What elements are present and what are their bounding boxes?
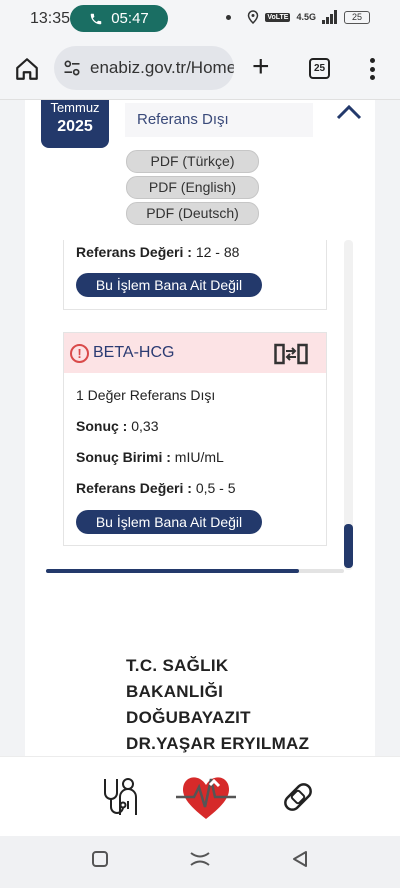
bandage-icon[interactable]: [280, 779, 316, 815]
test-name: BETA-HCG: [93, 344, 175, 361]
horizontal-scrollbar[interactable]: [46, 569, 344, 573]
date-year: 2025: [57, 118, 93, 135]
call-duration: 05:47: [111, 10, 149, 27]
doctor-icon[interactable]: [97, 775, 141, 819]
hospital-card[interactable]: T.C. SAĞLIK BAKANLIĞI DOĞUBAYAZIT DR.YAŞ…: [25, 639, 375, 756]
phone-icon: [90, 13, 102, 24]
url-bar[interactable]: enabiz.gov.tr/Home: [54, 46, 234, 90]
page-content: Temmuz 2025 Referans Dışı PDF (Türkçe) P…: [0, 100, 400, 756]
status-time: 13:35: [30, 10, 71, 27]
battery-icon: 25: [344, 10, 370, 24]
pdf-turkish-button[interactable]: PDF (Türkçe): [126, 150, 259, 173]
ref-label: Referans Değeri :: [76, 244, 192, 260]
notification-dot-icon: [226, 14, 232, 20]
scrollbar-thumb[interactable]: [344, 524, 353, 568]
home-icon[interactable]: [14, 56, 40, 82]
not-mine-button[interactable]: Bu İşlem Bana Ait Değil: [76, 273, 262, 297]
ongoing-call-pill[interactable]: 05:47: [70, 5, 168, 32]
result-value: 0,33: [131, 418, 159, 434]
location-icon: [248, 10, 259, 24]
chevron-up-icon[interactable]: [335, 102, 363, 122]
new-tab-button[interactable]: +: [252, 52, 270, 82]
back-icon[interactable]: [291, 850, 309, 868]
vertical-scrollbar[interactable]: [344, 240, 353, 570]
url-text: enabiz.gov.tr/Home: [90, 58, 234, 77]
unit-value: mIU/mL: [174, 449, 224, 465]
test-summary: 1 Değer Referans Dışı: [76, 387, 216, 403]
app-bottom-nav: [0, 756, 400, 836]
ref-value: 12 - 88: [195, 244, 240, 260]
status-bar: 13:35 05:47 VoLTE 4.5G 25: [0, 0, 400, 38]
not-mine-button[interactable]: Bu İşlem Bana Ait Değil: [76, 510, 262, 534]
pdf-german-button[interactable]: PDF (Deutsch): [126, 202, 259, 225]
date-badge: Temmuz 2025: [41, 100, 109, 148]
test-results-list[interactable]: Referans Değeri : 12 - 88 Bu İşlem Bana …: [62, 240, 328, 552]
test-header[interactable]: ! BETA-HCG: [64, 333, 326, 373]
date-month: Temmuz: [50, 100, 100, 115]
alert-icon: !: [70, 344, 89, 363]
browser-toolbar: enabiz.gov.tr/Home + 25: [0, 38, 400, 100]
horizontal-scrollbar-thumb[interactable]: [46, 569, 299, 573]
tab-switcher-button[interactable]: 25: [309, 58, 330, 79]
unit-label: Sonuç Birimi :: [76, 449, 171, 465]
compare-icon[interactable]: [274, 343, 308, 365]
pdf-english-button[interactable]: PDF (English): [126, 176, 259, 199]
browser-menu-button[interactable]: [366, 56, 378, 82]
signal-icon: [322, 10, 337, 24]
previous-test-panel: Referans Değeri : 12 - 88 Bu İşlem Bana …: [63, 240, 327, 310]
system-nav-bar: [0, 836, 400, 888]
hospital-name: T.C. SAĞLIK BAKANLIĞI DOĞUBAYAZIT DR.YAŞ…: [126, 656, 310, 753]
reference-value: 0,5 - 5: [195, 480, 236, 496]
reference-label: Referans Değeri :: [76, 480, 192, 496]
result-label: Sonuç :: [76, 418, 128, 434]
heart-logo-icon[interactable]: [174, 771, 238, 823]
network-type: 4.5G: [296, 12, 316, 22]
beta-hcg-panel: ! BETA-HCG 1 Değer Referans Dışı Sonuç :…: [63, 332, 327, 546]
site-settings-icon[interactable]: [62, 58, 82, 78]
lab-result-card: Temmuz 2025 Referans Dışı PDF (Türkçe) P…: [25, 100, 375, 722]
status-label: Referans Dışı: [125, 103, 313, 137]
volte-icon: VoLTE: [265, 12, 291, 22]
recents-icon[interactable]: [91, 850, 109, 868]
home-gesture-icon[interactable]: [189, 850, 211, 868]
